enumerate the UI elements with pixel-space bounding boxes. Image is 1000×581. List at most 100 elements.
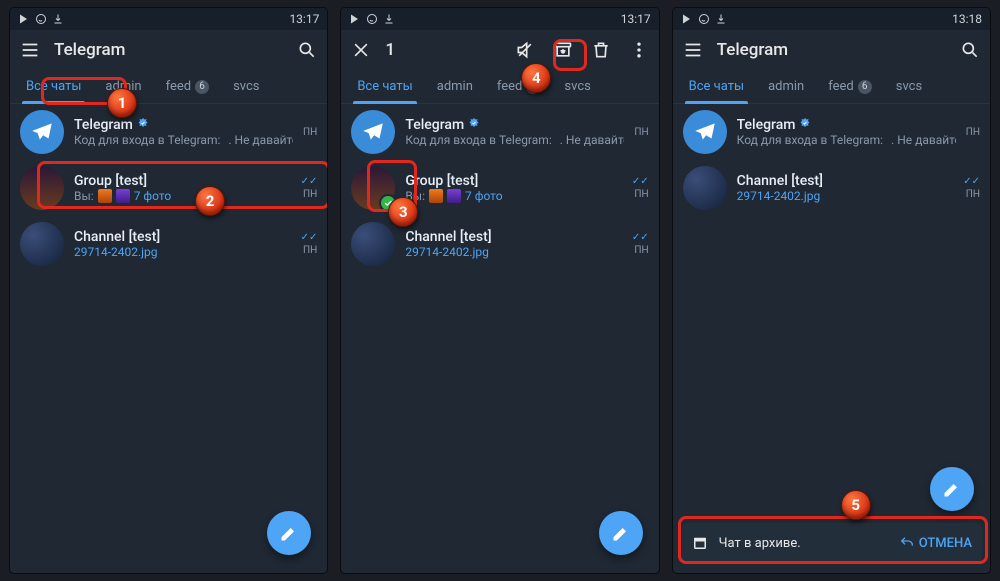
chat-meta: ПН bbox=[303, 127, 317, 138]
tabs: Все чаты admin feed6 svcs bbox=[673, 70, 990, 104]
tab-all-chats[interactable]: Все чаты bbox=[345, 70, 424, 104]
chat-row-telegram[interactable]: Telegram Код для входа в Telegram:. Не д… bbox=[341, 104, 658, 160]
tab-feed[interactable]: feed6 bbox=[816, 70, 884, 104]
mute-button[interactable] bbox=[513, 38, 537, 62]
avatar bbox=[351, 222, 395, 266]
avatar bbox=[351, 166, 395, 210]
statusbar: 13:17 bbox=[341, 8, 658, 30]
chat-title: Telegram bbox=[405, 117, 464, 133]
play-store-icon bbox=[18, 13, 30, 25]
tab-svcs[interactable]: svcs bbox=[884, 70, 934, 104]
chat-meta: ✓✓ПН bbox=[301, 232, 318, 256]
chat-title: Channel [test] bbox=[74, 229, 160, 245]
download-icon bbox=[52, 13, 64, 25]
screen-3: 13:18 Telegram Все чаты admin feed6 svcs… bbox=[673, 8, 990, 573]
avatar bbox=[20, 222, 64, 266]
tab-feed[interactable]: feed6 bbox=[154, 70, 222, 104]
chat-row-channel[interactable]: Channel [test] 29714-2402.jpg ✓✓ПН bbox=[341, 216, 658, 272]
screen-1: 13:17 Telegram Все чаты admin feed6 svcs… bbox=[10, 8, 327, 573]
chat-row-channel[interactable]: Channel [test] 29714-2402.jpg ✓✓ПН bbox=[10, 216, 327, 272]
chat-title: Channel [test] bbox=[405, 229, 491, 245]
statusbar: 13:18 bbox=[673, 8, 990, 30]
chat-subtitle: 29714-2402.jpg bbox=[405, 245, 622, 259]
chat-list: Telegram Код для входа в Telegram:. Не д… bbox=[673, 104, 990, 216]
avatar bbox=[20, 166, 64, 210]
verified-icon bbox=[137, 117, 149, 133]
close-selection-button[interactable] bbox=[349, 38, 373, 62]
appbar: Telegram bbox=[10, 30, 327, 70]
tab-admin[interactable]: admin bbox=[756, 70, 816, 104]
whatsapp-icon bbox=[698, 13, 710, 25]
tab-all-chats[interactable]: Все чаты bbox=[677, 70, 756, 104]
tab-admin[interactable]: admin bbox=[93, 70, 153, 104]
avatar bbox=[683, 166, 727, 210]
chat-subtitle: 29714-2402.jpg bbox=[737, 189, 954, 203]
app-title: Telegram bbox=[54, 40, 283, 60]
tab-all-chats[interactable]: Все чаты bbox=[14, 70, 93, 104]
screen-2: 13:17 1 Все чаты admin feed6 svcs bbox=[341, 8, 658, 573]
verified-icon bbox=[799, 117, 811, 133]
thumb-icon bbox=[429, 189, 443, 203]
overflow-button[interactable] bbox=[627, 38, 651, 62]
avatar bbox=[20, 110, 64, 154]
chat-subtitle: Код для входа в Telegram:. Не давайте... bbox=[405, 133, 624, 147]
appbar-selection: 1 bbox=[341, 30, 658, 70]
play-store-icon bbox=[349, 13, 361, 25]
snackbar-text: Чат в архиве. bbox=[719, 536, 889, 551]
chat-title: Telegram bbox=[737, 117, 796, 133]
chat-subtitle: 29714-2402.jpg bbox=[74, 245, 291, 259]
marker-5: 5 bbox=[841, 490, 871, 520]
chat-row-telegram[interactable]: Telegram Код для входа в Telegram: . Не … bbox=[10, 104, 327, 160]
chat-subtitle: Вы: 7 фото bbox=[405, 189, 622, 203]
chat-meta: ✓✓ПН bbox=[301, 176, 318, 200]
whatsapp-icon bbox=[366, 13, 378, 25]
chat-meta: ✓✓ПН bbox=[632, 232, 649, 256]
undo-button[interactable]: ОТМЕНА bbox=[899, 535, 972, 551]
appbar: Telegram bbox=[673, 30, 990, 70]
chat-list: Telegram Код для входа в Telegram: . Не … bbox=[10, 104, 327, 272]
menu-button[interactable] bbox=[18, 38, 42, 62]
chat-meta: ПН bbox=[966, 127, 980, 138]
download-icon bbox=[383, 13, 395, 25]
delete-button[interactable] bbox=[589, 38, 613, 62]
chat-title: Channel [test] bbox=[737, 173, 823, 189]
archive-box-icon bbox=[691, 534, 709, 552]
clock: 13:18 bbox=[952, 12, 982, 26]
tabs: Все чаты admin feed6 svcs bbox=[10, 70, 327, 104]
chat-row-telegram[interactable]: Telegram Код для входа в Telegram:. Не д… bbox=[673, 104, 990, 160]
chat-row-channel[interactable]: Channel [test] 29714-2402.jpg ✓✓ПН bbox=[673, 160, 990, 216]
whatsapp-icon bbox=[35, 13, 47, 25]
download-icon bbox=[715, 13, 727, 25]
chat-subtitle: Код для входа в Telegram: . Не давайте..… bbox=[74, 133, 293, 147]
avatar bbox=[683, 110, 727, 154]
archive-button[interactable] bbox=[551, 38, 575, 62]
statusbar: 13:17 bbox=[10, 8, 327, 30]
tab-feed[interactable]: feed6 bbox=[485, 70, 553, 104]
status-icons-left bbox=[349, 13, 395, 25]
compose-fab[interactable] bbox=[267, 511, 311, 555]
thumb-icon bbox=[98, 189, 112, 203]
chat-meta: ПН bbox=[634, 127, 648, 138]
menu-button[interactable] bbox=[681, 38, 705, 62]
search-button[interactable] bbox=[958, 38, 982, 62]
tab-admin[interactable]: admin bbox=[425, 70, 485, 104]
chat-list: Telegram Код для входа в Telegram:. Не д… bbox=[341, 104, 658, 272]
chat-row-group[interactable]: Group [test] Вы: 7 фото ✓✓ПН bbox=[10, 160, 327, 216]
compose-fab[interactable] bbox=[599, 511, 643, 555]
snackbar-archived: Чат в архиве. ОТМЕНА bbox=[681, 523, 982, 563]
status-icons-left bbox=[18, 13, 64, 25]
thumb-icon bbox=[116, 189, 130, 203]
app-title: Telegram bbox=[717, 40, 946, 60]
compose-fab[interactable] bbox=[930, 467, 974, 511]
tab-svcs[interactable]: svcs bbox=[552, 70, 602, 104]
chat-row-group-selected[interactable]: Group [test] Вы: 7 фото ✓✓ПН bbox=[341, 160, 658, 216]
chat-title: Group [test] bbox=[74, 173, 147, 189]
tabs: Все чаты admin feed6 svcs bbox=[341, 70, 658, 104]
clock: 13:17 bbox=[621, 12, 651, 26]
avatar bbox=[351, 110, 395, 154]
chat-title: Telegram bbox=[74, 117, 133, 133]
chat-subtitle: Вы: 7 фото bbox=[74, 189, 291, 203]
chat-meta: ✓✓ПН bbox=[632, 176, 649, 200]
search-button[interactable] bbox=[295, 38, 319, 62]
tab-svcs[interactable]: svcs bbox=[221, 70, 271, 104]
